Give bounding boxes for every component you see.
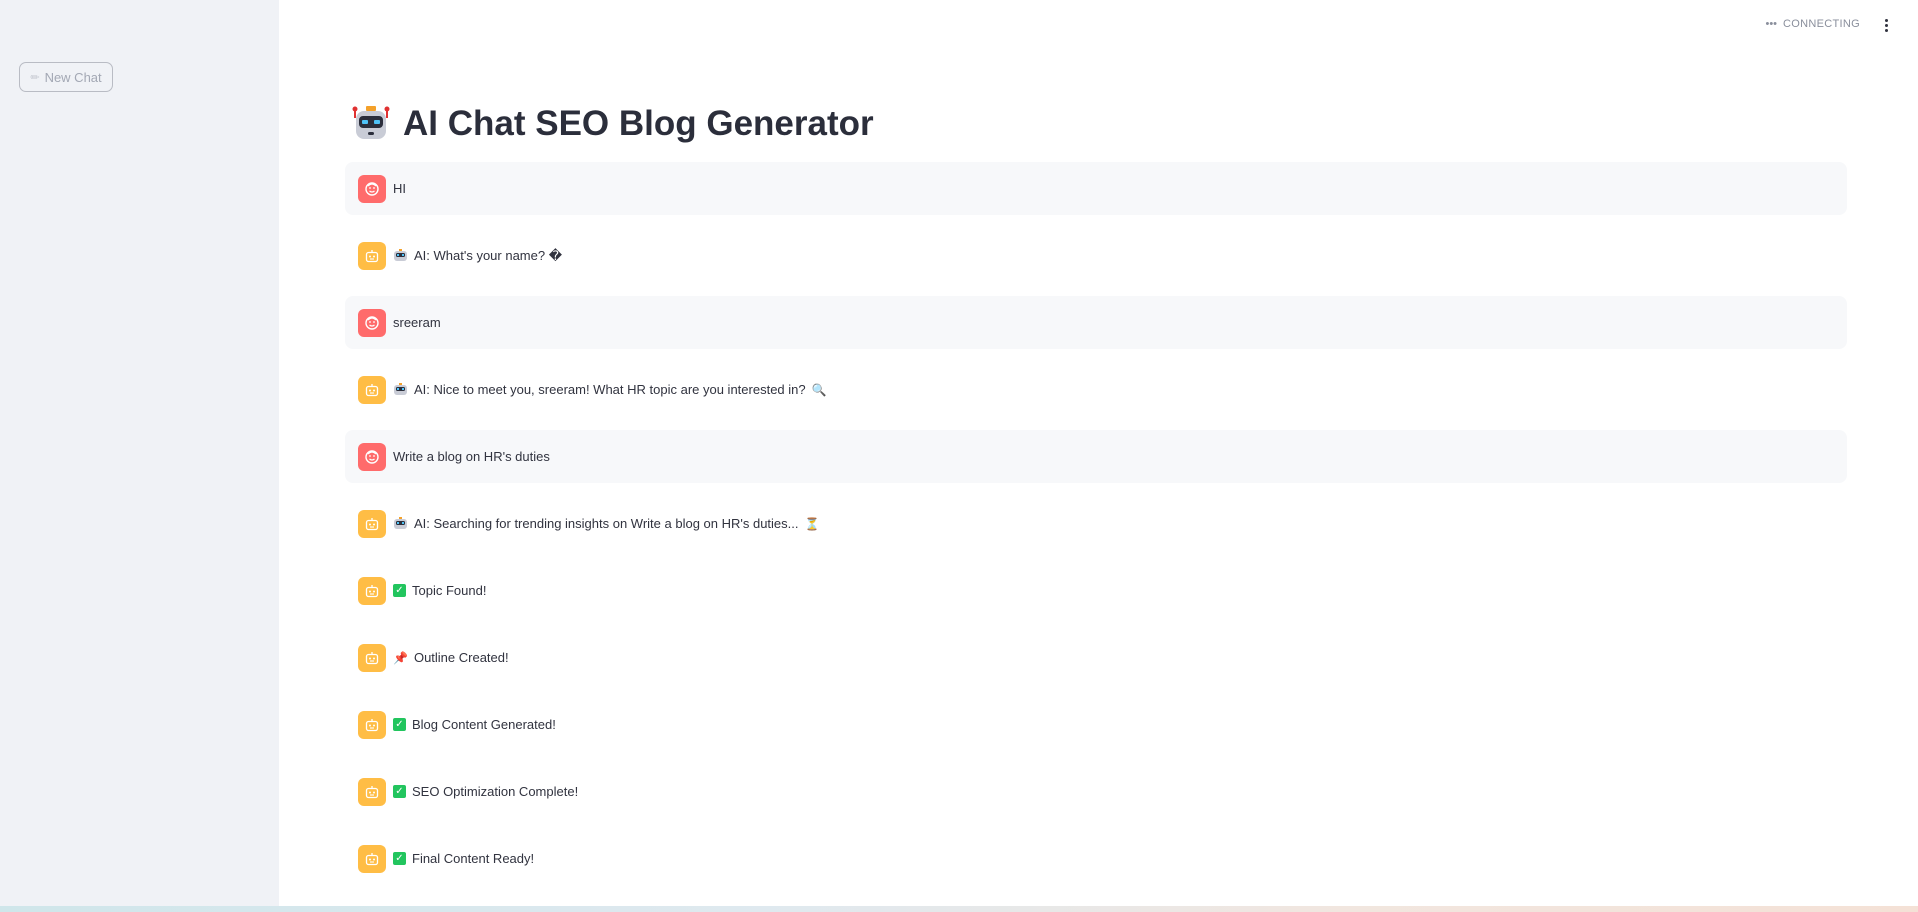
message-text: AI: Nice to meet you, sreeram! What HR t… (414, 382, 806, 397)
message-text-row: AI: What's your name? � (393, 248, 562, 264)
message-text-row: ✓ Topic Found! (393, 583, 486, 598)
app-root: ✏ New Chat ••• CONNECTING AI Chat SEO Bl… (0, 0, 1918, 912)
connection-status: ••• CONNECTING (1765, 18, 1860, 30)
check-mark-icon: ✓ (393, 718, 406, 731)
check-mark-icon: ✓ (393, 785, 406, 798)
kebab-dot (1884, 18, 1888, 22)
chat-message-ai: ✓ Final Content Ready! (345, 832, 1847, 885)
dots-icon: ••• (1765, 18, 1778, 30)
chat-message-ai: AI: Nice to meet you, sreeram! What HR t… (345, 363, 1847, 416)
bottom-decoration-strip (0, 906, 1918, 912)
chat-message-ai: AI: Searching for trending insights on W… (345, 497, 1847, 550)
check-mark-icon: ✓ (393, 584, 406, 597)
magnifying-glass-icon: 🔍 (811, 382, 827, 397)
message-text: HI (393, 181, 406, 196)
chat-messages: HI AI: What's your name? � sreeram AI: N… (345, 162, 1847, 899)
message-text: Write a blog on HR's duties (393, 449, 550, 464)
check-mark-icon: ✓ (393, 852, 406, 865)
chat-message-user: HI (345, 162, 1847, 215)
new-chat-button[interactable]: ✏ New Chat (19, 62, 113, 92)
message-text-row: AI: Searching for trending insights on W… (393, 516, 819, 531)
chat-message-ai: 📌 Outline Created! (345, 631, 1847, 684)
message-text: sreeram (393, 315, 441, 330)
assistant-avatar-icon (358, 241, 386, 270)
chat-message-ai: ✓ Blog Content Generated! (345, 698, 1847, 751)
assistant-avatar-icon (358, 375, 386, 404)
user-avatar-icon (358, 442, 386, 471)
assistant-avatar-icon (358, 710, 386, 739)
robot-emoji-icon (393, 249, 408, 262)
pushpin-icon: 📌 (393, 650, 408, 665)
message-text-row: sreeram (393, 315, 441, 330)
robot-icon (351, 104, 391, 144)
connection-status-text: CONNECTING (1783, 18, 1860, 30)
message-text-row: AI: Nice to meet you, sreeram! What HR t… (393, 382, 827, 397)
assistant-avatar-icon (358, 509, 386, 538)
chat-message-ai: ✓ Topic Found! (345, 564, 1847, 617)
hourglass-icon: ⏳ (804, 516, 820, 531)
message-text-row: Write a blog on HR's duties (393, 449, 550, 464)
assistant-avatar-icon (358, 576, 386, 605)
message-text: Final Content Ready! (412, 851, 535, 866)
message-text-row: ✓ Final Content Ready! (393, 851, 534, 866)
message-text-row: ✓ SEO Optimization Complete! (393, 784, 578, 799)
page-title: AI Chat SEO Blog Generator (403, 104, 874, 143)
chat-message-user: sreeram (345, 296, 1847, 349)
message-text: Blog Content Generated! (412, 717, 556, 732)
robot-emoji-icon (393, 383, 408, 396)
message-text: Topic Found! (412, 583, 487, 598)
message-text: SEO Optimization Complete! (412, 784, 579, 799)
message-text: AI: Searching for trending insights on W… (414, 516, 799, 531)
message-text-row: 📌 Outline Created! (393, 650, 509, 665)
new-chat-label: New Chat (44, 69, 102, 85)
message-text-row: ✓ Blog Content Generated! (393, 717, 556, 732)
pencil-icon: ✏ (30, 71, 40, 84)
assistant-avatar-icon (358, 777, 386, 806)
kebab-dot (1884, 23, 1888, 27)
chat-message-ai: ✓ SEO Optimization Complete! (345, 765, 1847, 818)
message-text: Outline Created! (413, 650, 509, 665)
kebab-dot (1884, 28, 1888, 32)
main-menu-button[interactable] (1878, 16, 1894, 34)
robot-emoji-icon (393, 517, 408, 530)
user-avatar-icon (358, 174, 386, 203)
chat-message-user: Write a blog on HR's duties (345, 430, 1847, 483)
chat-message-ai: AI: What's your name? � (345, 229, 1847, 282)
assistant-avatar-icon (358, 643, 386, 672)
message-text-row: HI (393, 181, 406, 196)
sidebar: ✏ New Chat (0, 0, 279, 906)
user-avatar-icon (358, 308, 386, 337)
message-text: AI: What's your name? � (414, 247, 563, 263)
page-header: AI Chat SEO Blog Generator (351, 104, 874, 144)
assistant-avatar-icon (358, 844, 386, 873)
